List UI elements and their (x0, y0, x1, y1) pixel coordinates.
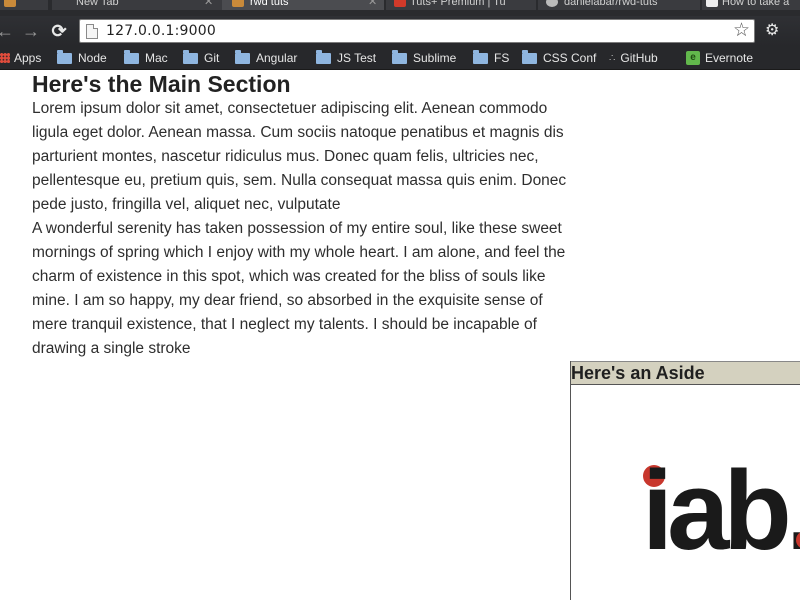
bookmark-label: Mac (145, 51, 168, 65)
evernote-icon: e (686, 51, 700, 65)
bookmark-github[interactable]: ∴ GitHub (609, 50, 658, 66)
tab-label: New Tab (76, 0, 119, 8)
tab-github-rwd[interactable]: danielabar/rwd-tuts (538, 0, 700, 10)
url-text[interactable]: 127.0.0.1:9000 (106, 23, 216, 39)
bookmark-label: Sublime (413, 51, 457, 65)
close-icon[interactable]: ✕ (204, 0, 213, 10)
tab-how-to[interactable]: How to take a (702, 0, 800, 10)
folder-icon (183, 50, 198, 64)
main-section-title: Here's the Main Section (32, 71, 291, 97)
bookmark-label: Node (78, 51, 107, 65)
folder-icon (473, 50, 488, 64)
tuts-favicon-icon (394, 0, 406, 7)
bookmark-fs[interactable]: FS (473, 50, 509, 66)
bookmark-label: Evernote (705, 51, 754, 65)
bookmark-angular[interactable]: Angular (235, 50, 297, 66)
tab-label: rwd tuts (250, 0, 289, 8)
back-arrow-icon[interactable]: ← (0, 21, 14, 41)
bookmark-js-test[interactable]: JS Test (316, 50, 376, 66)
bookmark-label: GitHub (620, 51, 658, 65)
folder-icon (522, 50, 537, 64)
address-bar[interactable]: 127.0.0.1:9000 ☆ (79, 19, 755, 43)
aside-title: Here's an Aside (571, 361, 800, 385)
page-icon (86, 24, 98, 39)
tab-prev-partial[interactable] (0, 0, 48, 10)
bookmark-label: Apps (14, 51, 42, 65)
extension-settings-icon[interactable]: ⚙ (765, 21, 779, 41)
star-bookmark-icon[interactable]: ☆ (733, 20, 750, 42)
main-paragraph-lorem: Lorem ipsum dolor sit amet, consectetuer… (32, 100, 567, 213)
bookmark-label: JS Test (337, 51, 377, 65)
bookmark-mac[interactable]: Mac (124, 50, 168, 66)
bookmarks-bar: Apps Node Mac Git Angular JS Test Sublim… (0, 46, 800, 70)
bookmark-overflow[interactable] (776, 50, 779, 66)
bookmark-apps[interactable]: Apps (0, 50, 41, 66)
bookmark-evernote[interactable]: e Evernote (686, 50, 753, 66)
bookmark-node[interactable]: Node (57, 50, 107, 66)
owl-favicon-icon (232, 0, 244, 7)
bookmark-label: FS (494, 51, 510, 65)
main-section: Here's the Main Section Lorem ipsum dolo… (32, 71, 582, 361)
tab-label: How to take a (722, 0, 790, 8)
folder-icon (235, 50, 250, 64)
folder-icon (57, 50, 72, 64)
close-icon[interactable]: ✕ (368, 0, 377, 10)
browser-toolbar: ← → ⟳ 127.0.0.1:9000 ☆ ⚙ (0, 16, 800, 46)
tab-tuts-premium[interactable]: Tuts+ Premium | Tu (386, 0, 536, 10)
iab-logo-text: iab. (642, 448, 800, 573)
tab-new-tab[interactable]: New Tab ✕ (52, 0, 222, 10)
folder-icon (316, 50, 331, 64)
tab-label: Tuts+ Premium | Tu (410, 0, 506, 8)
bookmark-css-conf[interactable]: CSS Conf (522, 50, 596, 66)
github-favicon-icon (546, 0, 558, 7)
folder-icon (392, 50, 407, 64)
page-favicon-icon (706, 0, 718, 7)
bookmark-sublime[interactable]: Sublime (392, 50, 456, 66)
tab-label: danielabar/rwd-tuts (564, 0, 658, 8)
bookmark-git[interactable]: Git (183, 50, 219, 66)
aside-section: Here's an Aside iab. (570, 361, 800, 600)
apps-grid-icon (0, 53, 10, 63)
bookmark-label: Git (204, 51, 220, 65)
bookmark-label: Angular (256, 51, 298, 65)
github-dots-icon: ∴ (609, 52, 616, 64)
bookmark-label: CSS Conf (543, 51, 597, 65)
main-paragraph-serenity: A wonderful serenity has taken possessio… (32, 220, 566, 357)
tab-strip: New Tab ✕ rwd tuts ✕ Tuts+ Premium | Tu … (0, 0, 800, 16)
reload-icon[interactable]: ⟳ (48, 21, 70, 41)
owl-favicon-icon (4, 0, 16, 7)
tab-rwd-tuts[interactable]: rwd tuts ✕ (222, 0, 384, 10)
forward-arrow-icon[interactable]: → (21, 21, 41, 41)
iab-logo-image: iab. (642, 448, 800, 573)
folder-icon (124, 50, 139, 64)
